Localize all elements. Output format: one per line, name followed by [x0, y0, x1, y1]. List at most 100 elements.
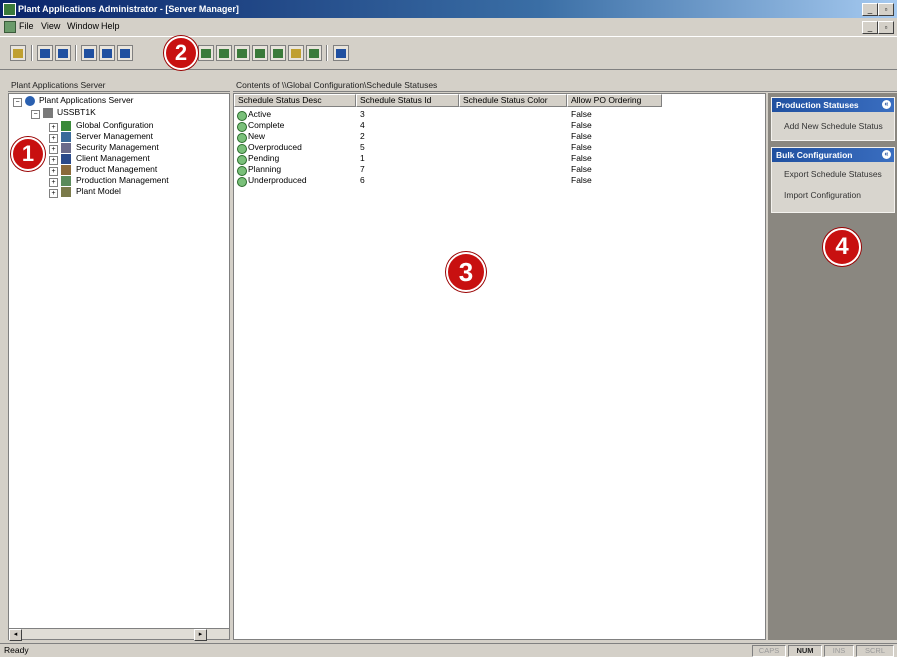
mdi-restore-button[interactable]: ▫ — [878, 21, 894, 34]
column-header-id[interactable]: Schedule Status Id — [356, 94, 459, 107]
open-icon[interactable] — [10, 45, 26, 61]
callout-2: 2 — [164, 36, 198, 70]
app-icon — [3, 3, 16, 16]
tree-item-server-management[interactable]: Server Management — [76, 131, 153, 142]
collapse-icon[interactable]: « — [882, 150, 891, 159]
menu-window[interactable]: Window — [67, 21, 99, 32]
column-header-color[interactable]: Schedule Status Color — [459, 94, 567, 107]
client-icon — [61, 154, 71, 164]
cell-id: 1 — [360, 153, 365, 163]
status-indicator-caps: CAPS — [752, 645, 786, 657]
expand-icon[interactable]: + — [49, 156, 58, 165]
config-icon — [61, 121, 71, 131]
status-icon — [237, 166, 247, 176]
toolbar-separator — [326, 45, 328, 61]
product-icon — [61, 165, 71, 175]
status-icon — [237, 155, 247, 165]
globe-icon — [25, 96, 35, 106]
expand-icon[interactable]: + — [49, 134, 58, 143]
cell-desc: Overproduced — [248, 142, 302, 152]
tree-item-product-management[interactable]: Product Management — [76, 164, 157, 175]
task-link-import-configuration[interactable]: Import Configuration — [772, 181, 894, 202]
collapse-icon[interactable]: « — [882, 100, 891, 109]
details-icon[interactable] — [81, 45, 97, 61]
cell-allow: False — [571, 120, 592, 130]
list-panel[interactable]: Schedule Status Desc Schedule Status Id … — [233, 93, 766, 640]
task-group-header[interactable]: Production Statuses « — [772, 98, 894, 112]
menu-bar: File View Window Help _ ▫ — [0, 18, 897, 35]
cell-id: 6 — [360, 175, 365, 185]
tree-root[interactable]: Plant Applications Server — [39, 95, 134, 106]
cell-desc: Underproduced — [248, 175, 307, 185]
tree-item-security-management[interactable]: Security Management — [76, 142, 159, 153]
cell-id: 3 — [360, 109, 365, 119]
column-header-allow[interactable]: Allow PO Ordering — [567, 94, 662, 107]
help-icon[interactable] — [333, 45, 349, 61]
toolbar — [0, 36, 897, 70]
tree-panel[interactable]: − Plant Applications Server − USSBT1K + … — [8, 93, 230, 629]
server-icon[interactable] — [234, 45, 250, 61]
cell-id: 5 — [360, 142, 365, 152]
cell-desc: Pending — [248, 153, 280, 163]
expand-icon[interactable]: + — [49, 145, 58, 154]
expand-icon[interactable]: + — [49, 167, 58, 176]
cell-allow: False — [571, 175, 592, 185]
tree-server[interactable]: USSBT1K — [57, 107, 96, 118]
task-pane: Production Statuses « Add New Schedule S… — [768, 93, 897, 640]
cell-id: 4 — [360, 120, 365, 130]
column-header-desc[interactable]: Schedule Status Desc — [234, 94, 356, 107]
callout-4: 4 — [823, 228, 861, 266]
report-icon[interactable] — [288, 45, 304, 61]
tree-item-production-management[interactable]: Production Management — [76, 175, 169, 186]
collapse-icon[interactable]: − — [13, 98, 22, 107]
tree-item-client-management[interactable]: Client Management — [76, 153, 150, 164]
collapse-icon[interactable]: − — [31, 110, 40, 119]
status-text: Ready — [4, 645, 29, 655]
window-icon[interactable] — [99, 45, 115, 61]
model-icon[interactable] — [270, 45, 286, 61]
security-icon — [61, 143, 71, 153]
task-link-add-new-schedule-status[interactable]: Add New Schedule Status — [772, 112, 894, 133]
mdi-minimize-button[interactable]: _ — [862, 21, 878, 34]
status-icon — [237, 111, 247, 121]
expand-icon[interactable]: + — [49, 123, 58, 132]
tree-item-plant-model[interactable]: Plant Model — [76, 186, 121, 197]
status-icon — [237, 122, 247, 132]
security-icon[interactable] — [216, 45, 232, 61]
task-group-header[interactable]: Bulk Configuration « — [772, 148, 894, 162]
list-icon[interactable] — [55, 45, 71, 61]
task-group-bulk-configuration: Bulk Configuration « Export Schedule Sta… — [771, 147, 895, 213]
task-group-title: Production Statuses — [776, 100, 859, 110]
menu-help[interactable]: Help — [101, 21, 120, 32]
maximize-button[interactable]: ▫ — [878, 3, 894, 16]
tree-horizontal-scrollbar[interactable]: ◂ ▸ — [8, 628, 230, 641]
users-icon[interactable] — [198, 45, 214, 61]
tree-icon[interactable] — [37, 45, 53, 61]
export-icon[interactable] — [117, 45, 133, 61]
tree-item-global-configuration[interactable]: Global Configuration — [76, 120, 154, 131]
config-icon[interactable] — [252, 45, 268, 61]
callout-3: 3 — [446, 252, 486, 292]
expand-icon[interactable]: + — [49, 189, 58, 198]
tree-panel-header: Plant Applications Server — [8, 78, 230, 92]
task-link-export-schedule-statuses[interactable]: Export Schedule Statuses — [772, 162, 894, 181]
server-management-icon — [61, 132, 71, 142]
status-indicator-scrl: SCRL — [856, 645, 894, 657]
status-icon — [237, 177, 247, 187]
status-indicator-num: NUM — [788, 645, 822, 657]
minimize-button[interactable]: _ — [862, 3, 878, 16]
cell-desc: Complete — [248, 120, 285, 130]
task-group-production-statuses: Production Statuses « Add New Schedule S… — [771, 97, 895, 141]
cell-allow: False — [571, 142, 592, 152]
cell-allow: False — [571, 164, 592, 174]
status-indicator-ins: INS — [824, 645, 854, 657]
scroll-left-icon[interactable]: ◂ — [9, 629, 22, 641]
expand-icon[interactable]: + — [49, 178, 58, 187]
scroll-right-icon[interactable]: ▸ — [194, 629, 207, 641]
menu-file[interactable]: File — [19, 21, 34, 32]
menu-view[interactable]: View — [41, 21, 60, 32]
chart-icon[interactable] — [306, 45, 322, 61]
cell-id: 7 — [360, 164, 365, 174]
window-title: Plant Applications Administrator - [Serv… — [18, 4, 239, 14]
status-bar: Ready CAPS NUM INS SCRL — [0, 643, 897, 657]
